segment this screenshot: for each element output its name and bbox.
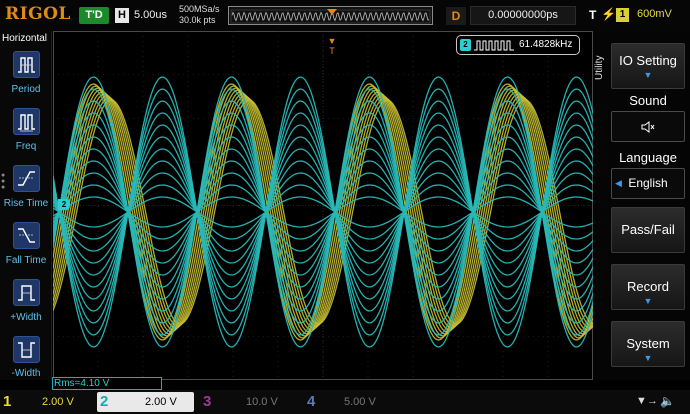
dropdown-arrow-icon: ▼	[643, 70, 653, 80]
run-status-badge[interactable]: T'D	[79, 7, 109, 24]
language-select[interactable]: ◀ English	[611, 168, 685, 199]
record-label: Record	[627, 279, 669, 294]
menu-page-dots: ● ● ●	[1, 172, 6, 191]
delay-label: D	[446, 7, 466, 25]
period-icon	[18, 57, 35, 73]
language-label: Language	[619, 150, 677, 165]
speaker-icon: 🔈	[660, 394, 675, 408]
positive-width-label: +Width	[10, 312, 42, 323]
trigger-source-badge[interactable]: 1	[616, 8, 629, 22]
channel-1-number: 1	[3, 393, 12, 410]
rise-time-icon	[18, 171, 35, 186]
fall-time-button[interactable]	[13, 222, 40, 249]
frequency-icon	[18, 114, 35, 132]
period-button[interactable]	[13, 51, 40, 78]
top-status-bar: RIGOL T'D H 5.00us 500MSa/s 30.0k pts D …	[0, 0, 690, 31]
rms-measurement: Rms=4.10 V	[52, 377, 162, 390]
trigger-label: T	[589, 8, 597, 22]
fall-time-label: Fall Time	[5, 255, 47, 266]
dropdown-arrow-icon: ▼	[643, 353, 653, 363]
menu-title: Horizontal	[2, 33, 48, 44]
negative-width-label: -Width	[11, 368, 41, 379]
negative-width-icon	[18, 342, 35, 358]
utility-tab: Utility	[594, 55, 605, 80]
channel-4-scale: 5.00 V	[344, 396, 376, 408]
usb-icon: ▼→	[636, 395, 658, 407]
negative-width-button[interactable]	[13, 336, 40, 363]
channel-1-scale: 2.00 V	[42, 396, 74, 408]
channel-1-status[interactable]: 1 2.00 V	[0, 392, 93, 412]
acquisition-info: 500MSa/s 30.0k pts	[179, 4, 220, 26]
waveform-canvas	[53, 31, 593, 380]
rise-time-button[interactable]	[13, 165, 40, 192]
channel-2-offset-marker[interactable]: 2	[58, 199, 70, 210]
brand-logo: RIGOL	[5, 4, 71, 24]
frequency-value: 61.4828kHz	[519, 39, 573, 50]
channel-3-scale: 10.0 V	[246, 396, 278, 408]
rise-time-label: Rise Time	[3, 198, 49, 209]
waveform-display[interactable]: ▼ T	[53, 31, 593, 380]
sound-label: Sound	[629, 93, 667, 108]
sample-rate: 500MSa/s	[179, 4, 220, 14]
system-button[interactable]: System ▼	[611, 321, 685, 367]
period-label: Period	[11, 84, 41, 95]
channel-3-status[interactable]: 3 10.0 V	[200, 392, 294, 412]
memory-waveform-preview	[230, 9, 431, 24]
frequency-label: Freq	[15, 141, 37, 152]
system-label: System	[626, 336, 670, 351]
square-wave-icon	[474, 40, 514, 51]
sound-toggle[interactable]	[611, 111, 685, 142]
horizontal-label: H	[115, 8, 129, 23]
memory-trigger-marker	[327, 9, 337, 15]
channel-2-number: 2	[100, 393, 109, 410]
frequency-channel-badge: 2	[460, 39, 471, 51]
io-setting-button[interactable]: IO Setting ▼	[611, 43, 685, 89]
channel-4-number: 4	[307, 393, 316, 410]
memory-depth: 30.0k pts	[179, 15, 216, 25]
channel-2-status[interactable]: 2 2.00 V	[97, 392, 194, 412]
left-arrow-icon: ◀	[615, 178, 622, 188]
positive-width-icon	[18, 285, 35, 301]
horizontal-measure-menu: Horizontal Period Freq ● ● ● Rise Time Fal…	[0, 31, 52, 380]
language-value: English	[628, 176, 668, 190]
io-setting-label: IO Setting	[619, 53, 677, 68]
pass-fail-label: Pass/Fail	[621, 222, 675, 237]
memory-overview-strip[interactable]	[228, 6, 433, 25]
pass-fail-button[interactable]: Pass/Fail	[611, 207, 685, 253]
channel-4-status[interactable]: 4 5.00 V	[304, 392, 398, 412]
fall-time-icon	[18, 228, 35, 243]
speaker-muted-icon	[641, 121, 655, 133]
record-button[interactable]: Record ▼	[611, 264, 685, 310]
timebase-value[interactable]: 5.00us	[134, 9, 167, 21]
trigger-position-marker[interactable]: ▼ T	[326, 36, 338, 56]
frequency-button[interactable]	[13, 108, 40, 135]
rising-edge-icon: ⚡	[601, 7, 616, 21]
dropdown-arrow-icon: ▼	[643, 296, 653, 306]
trigger-level[interactable]: 600mV	[637, 8, 672, 20]
delay-value[interactable]: 0.00000000ps	[470, 6, 576, 25]
channel-2-scale: 2.00 V	[145, 396, 177, 408]
frequency-counter: 2 61.4828kHz	[456, 35, 580, 55]
positive-width-button[interactable]	[13, 279, 40, 306]
channel-3-number: 3	[203, 393, 212, 410]
